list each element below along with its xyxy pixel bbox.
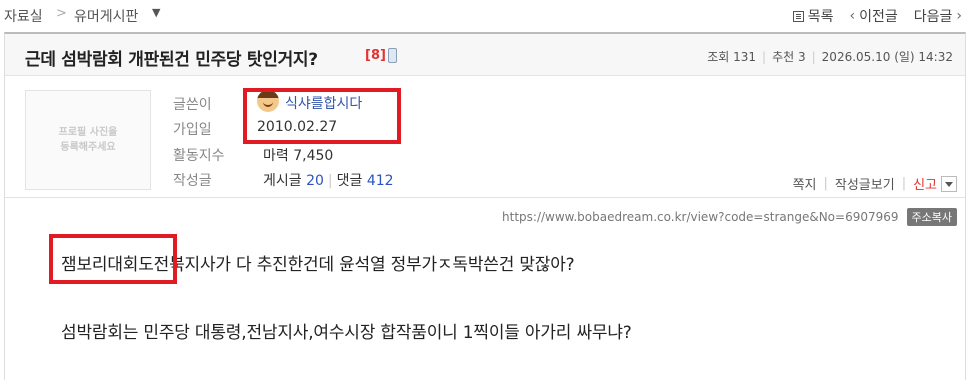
views-count: 131	[733, 50, 757, 64]
next-post-button[interactable]: 다음글 ›	[914, 6, 962, 26]
post-navigation: 목록 ‹ 이전글 다음글 ›	[792, 6, 962, 26]
chevron-right-icon: ›	[956, 8, 962, 24]
list-icon	[792, 10, 804, 22]
photo-placeholder-text: 등록해주세요	[60, 142, 116, 153]
profile-photo-placeholder: 프로필 사진을 등록해주세요	[25, 90, 151, 190]
comment-count-badge[interactable]: [8]	[365, 48, 386, 63]
posts-text: 게시글	[263, 173, 302, 189]
activity-score: 마력 7,450	[263, 148, 334, 164]
next-post-label: 다음글	[913, 9, 953, 25]
joined-label: 가입일	[173, 122, 212, 138]
post-title-row: 근데 섬박람회 개판된건 민주당 탓인거지? [8] 조회 131 | 추천 3 | 2…	[5, 34, 965, 76]
post-meta: 조회 131 | 추천 3 | 2026.05.10 (일) 14:32	[707, 50, 953, 64]
author-actions: 쪽지 | 작성글보기 | 신고	[793, 174, 957, 193]
author-info-box: 프로필 사진을 등록해주세요 글쓴이 식샤를합시다 가입일 2010.02.27…	[5, 76, 965, 198]
highlight-box-body	[49, 234, 177, 284]
chevron-down-icon[interactable]: ▼	[152, 6, 160, 19]
highlight-box-author	[243, 88, 401, 144]
top-navigation-bar: 자료실 > 유머게시판 ▼ 목록 ‹ 이전글 다음글 ›	[0, 0, 970, 32]
comments-count[interactable]: 412	[367, 173, 394, 189]
body-text: 전북지사가 다 추진한건데 윤석열 정부가ㅈ독박쓴건 맞잖아?	[153, 255, 575, 275]
post-url: https://www.bobaedream.co.kr/view?code=s…	[502, 210, 899, 224]
breadcrumb-home[interactable]: 자료실	[4, 6, 43, 26]
post-url-row: https://www.bobaedream.co.kr/view?code=s…	[502, 208, 957, 226]
breadcrumb-separator: >	[56, 6, 67, 21]
post-title: 근데 섬박람회 개판된건 민주당 탓인거지?	[25, 50, 318, 70]
comments-text: 댓글	[336, 173, 363, 189]
prev-post-button[interactable]: ‹ 이전글	[850, 6, 898, 26]
view-posts-button[interactable]: 작성글보기	[835, 174, 895, 193]
report-button[interactable]: 신고	[913, 174, 937, 193]
list-button-label: 목록	[807, 9, 834, 25]
posts-count[interactable]: 20	[306, 173, 324, 189]
list-button[interactable]: 목록	[792, 6, 834, 26]
copy-url-button[interactable]: 주소복사	[906, 208, 957, 226]
message-button[interactable]: 쪽지	[793, 174, 817, 193]
recommend-count: 3	[797, 50, 806, 64]
activity-label: 활동지수	[173, 148, 225, 164]
writer-label: 글쓴이	[173, 97, 212, 113]
chevron-left-icon: ‹	[849, 8, 856, 24]
more-dropdown-icon[interactable]	[941, 175, 957, 192]
recommend-label: 추천	[772, 50, 795, 64]
post-stats: 게시글 20 | 댓글 412	[263, 173, 394, 189]
mobile-icon	[388, 48, 397, 63]
photo-placeholder-text: 프로필 사진을	[58, 127, 118, 138]
posts-label: 작성글	[173, 173, 212, 189]
prev-post-label: 이전글	[859, 9, 898, 25]
post-datetime: 2026.05.10 (일) 14:32	[821, 50, 953, 64]
post-container: 근데 섬박람회 개판된건 민주당 탓인거지? [8] 조회 131 | 추천 3 | 2…	[4, 32, 966, 380]
views-label: 조회	[707, 50, 730, 64]
post-body-line: 섬박람회는 민주당 대통령,전남지사,여수시장 합작품이니 1찍이들 아가리 싸…	[61, 323, 632, 343]
breadcrumb-board[interactable]: 유머게시판	[74, 6, 138, 26]
